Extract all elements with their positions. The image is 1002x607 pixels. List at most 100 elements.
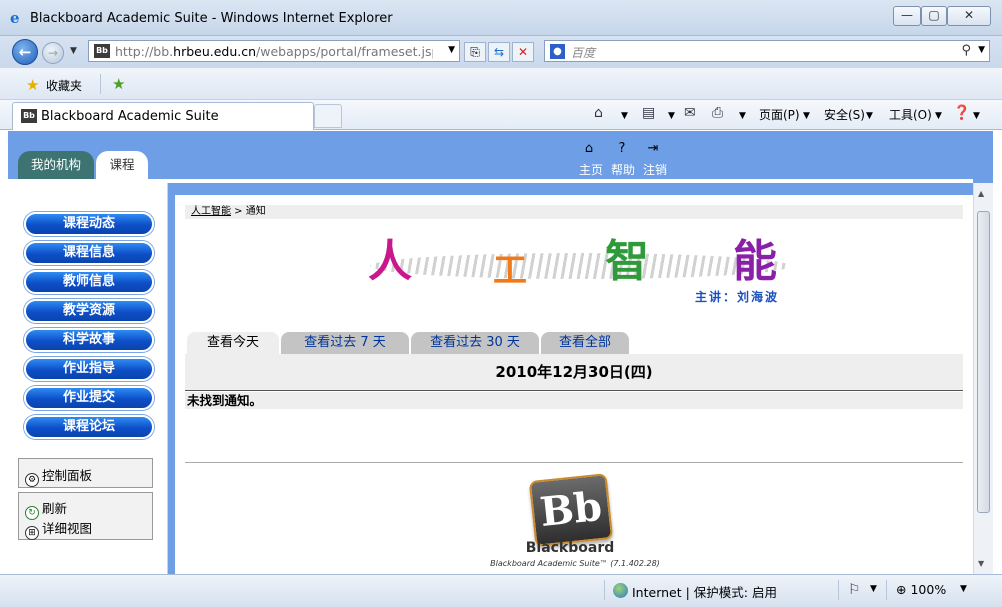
help-dropdown-icon[interactable]: ▼: [973, 111, 980, 121]
no-announcements-message: 未找到通知。: [185, 392, 963, 409]
site-favicon: Bb: [94, 44, 110, 58]
breadcrumb-course-link[interactable]: 人工智能: [191, 206, 231, 217]
detail-view-icon: ⊞: [25, 526, 39, 540]
search-placeholder: 百度: [571, 46, 596, 60]
favorites-button[interactable]: 收藏夹: [46, 77, 82, 94]
blackboard-logo: Bb: [528, 473, 614, 547]
scroll-thumb[interactable]: [977, 211, 990, 513]
url-text[interactable]: http://bb.hrbeu.edu.cn/webapps/portal/fr…: [115, 44, 433, 59]
menu-science-stories[interactable]: 科学故事: [24, 328, 154, 352]
history-dropdown-icon[interactable]: ▼: [70, 46, 77, 56]
home-link[interactable]: 主页: [579, 161, 603, 178]
close-button[interactable]: ✕: [947, 6, 991, 26]
forward-button[interactable]: →: [42, 42, 64, 64]
menu-course-news[interactable]: 课程动态: [24, 212, 154, 236]
divider: [185, 462, 963, 463]
search-field[interactable]: ● 百度 ⚲ ▼: [544, 40, 990, 62]
blackboard-wordmark: Blackboard: [525, 540, 615, 556]
detail-view-label: 详细视图: [42, 521, 93, 536]
view-tools-box: ↻ 刷新 ⊞ 详细视图: [18, 492, 153, 540]
favorites-star-icon[interactable]: ★: [26, 76, 39, 94]
address-field[interactable]: Bb http://bb.hrbeu.edu.cn/webapps/portal…: [88, 40, 460, 62]
address-dropdown-icon[interactable]: ▼: [448, 45, 455, 55]
url-suffix: /webapps/portal/frameset.jsp?tab: [256, 44, 433, 59]
control-panel-link[interactable]: ⚙ 控制面板: [25, 465, 92, 487]
zoom-icon: ⊕: [896, 582, 907, 597]
scroll-down-icon[interactable]: ▼: [978, 559, 984, 568]
search-dropdown-icon[interactable]: ▼: [978, 45, 985, 55]
zoom-value: 100%: [910, 582, 947, 597]
logout-link[interactable]: 注销: [643, 161, 667, 178]
announcement-date: 2010年12月30日(四): [185, 354, 963, 391]
tab-view-7-days[interactable]: 查看过去 7 天: [281, 332, 409, 354]
course-menu: 课程动态 课程信息 教师信息 教学资源 科学故事 作业指导 作业提交 课程论坛 …: [8, 183, 168, 574]
feeds-dropdown-icon[interactable]: ▼: [668, 111, 675, 121]
tools-dropdown-icon[interactable]: ▼: [935, 111, 942, 121]
new-tab-button[interactable]: [314, 104, 342, 128]
vertical-scrollbar[interactable]: ▲ ▼: [973, 183, 993, 574]
zoom-dropdown-icon[interactable]: ▼: [960, 584, 967, 594]
banner-char-3: 智: [605, 236, 649, 287]
banner-swoosh: [370, 253, 790, 279]
tab-favicon: Bb: [21, 109, 37, 123]
minimize-button[interactable]: —: [893, 6, 921, 26]
help-link[interactable]: 帮助: [611, 161, 635, 178]
url-domain: hrbeu.edu.cn: [173, 44, 257, 59]
browser-tab-active[interactable]: Bb Blackboard Academic Suite: [12, 102, 314, 130]
separator: [838, 580, 839, 600]
back-button[interactable]: ←: [12, 39, 38, 65]
add-favorite-icon[interactable]: ★: [112, 75, 125, 93]
tab-view-today[interactable]: 查看今天: [187, 332, 279, 355]
control-panel-box: ⚙ 控制面板: [18, 458, 153, 488]
logout-icon[interactable]: ⇥: [644, 141, 662, 158]
menu-homework-guide[interactable]: 作业指导: [24, 357, 154, 381]
popup-blocker-icon[interactable]: ⚐: [848, 582, 861, 598]
refresh-link[interactable]: ↻ 刷新: [25, 498, 67, 520]
globe-icon: [613, 583, 628, 598]
tab-courses[interactable]: 课程: [96, 151, 148, 179]
arrow-right-icon: →: [47, 46, 59, 60]
separator: [100, 74, 101, 94]
help-icon[interactable]: ?: [613, 141, 631, 158]
lecturer-label: 主讲：刘海波: [695, 290, 780, 304]
tab-view-30-days[interactable]: 查看过去 30 天: [411, 332, 539, 354]
page-menu[interactable]: 页面(P): [759, 106, 800, 123]
maximize-button[interactable]: ▢: [921, 6, 947, 26]
page-dropdown-icon[interactable]: ▼: [803, 111, 810, 121]
feeds-icon[interactable]: ▤: [642, 105, 655, 121]
menu-homework-submit[interactable]: 作业提交: [24, 386, 154, 410]
stop-icon[interactable]: ✕: [512, 42, 534, 62]
home-icon[interactable]: ⌂: [594, 105, 603, 121]
window-title: Blackboard Academic Suite - Windows Inte…: [30, 11, 393, 26]
home-dropdown-icon[interactable]: ▼: [621, 111, 628, 121]
zoom-level[interactable]: ⊕ 100%: [896, 582, 946, 597]
help-circle-icon[interactable]: ❓: [953, 105, 970, 121]
security-zone[interactable]: Internet | 保护模式: 启用: [632, 582, 777, 601]
menu-course-forum[interactable]: 课程论坛: [24, 415, 154, 439]
title-bar: e Blackboard Academic Suite - Windows In…: [0, 0, 1002, 36]
home-icon[interactable]: ⌂: [580, 141, 598, 158]
separator: [604, 580, 605, 600]
search-icon[interactable]: ⚲: [961, 43, 971, 58]
scroll-up-icon[interactable]: ▲: [978, 189, 984, 198]
tab-view-all[interactable]: 查看全部: [541, 332, 629, 354]
tools-menu[interactable]: 工具(O): [889, 106, 932, 123]
compatibility-view-icon[interactable]: ⎘: [464, 42, 486, 62]
refresh-icon[interactable]: ⇆: [488, 42, 510, 62]
safety-menu[interactable]: 安全(S): [824, 106, 865, 123]
control-panel-icon: ⚙: [25, 473, 39, 487]
detail-view-link[interactable]: ⊞ 详细视图: [25, 518, 92, 540]
menu-teacher-info[interactable]: 教师信息: [24, 270, 154, 294]
menu-teaching-resources[interactable]: 教学资源: [24, 299, 154, 323]
address-toolbar: ← → ▼ Bb http://bb.hrbeu.edu.cn/webapps/…: [0, 36, 1002, 68]
print-dropdown-icon[interactable]: ▼: [739, 111, 746, 121]
tab-my-institution[interactable]: 我的机构: [18, 151, 94, 179]
breadcrumb-current: 通知: [245, 206, 266, 217]
menu-course-info[interactable]: 课程信息: [24, 241, 154, 265]
safety-dropdown-icon[interactable]: ▼: [866, 111, 873, 121]
blackboard-page: 我的机构 课程 ⌂ 主页 ? 帮助 ⇥ 注销 课程动态 课程信息 教师信息 教学…: [8, 131, 993, 574]
control-panel-label: 控制面板: [42, 468, 93, 483]
print-icon[interactable]: ⎙: [712, 105, 723, 121]
mail-icon[interactable]: ✉: [684, 105, 696, 121]
popup-dropdown-icon[interactable]: ▼: [870, 584, 877, 594]
